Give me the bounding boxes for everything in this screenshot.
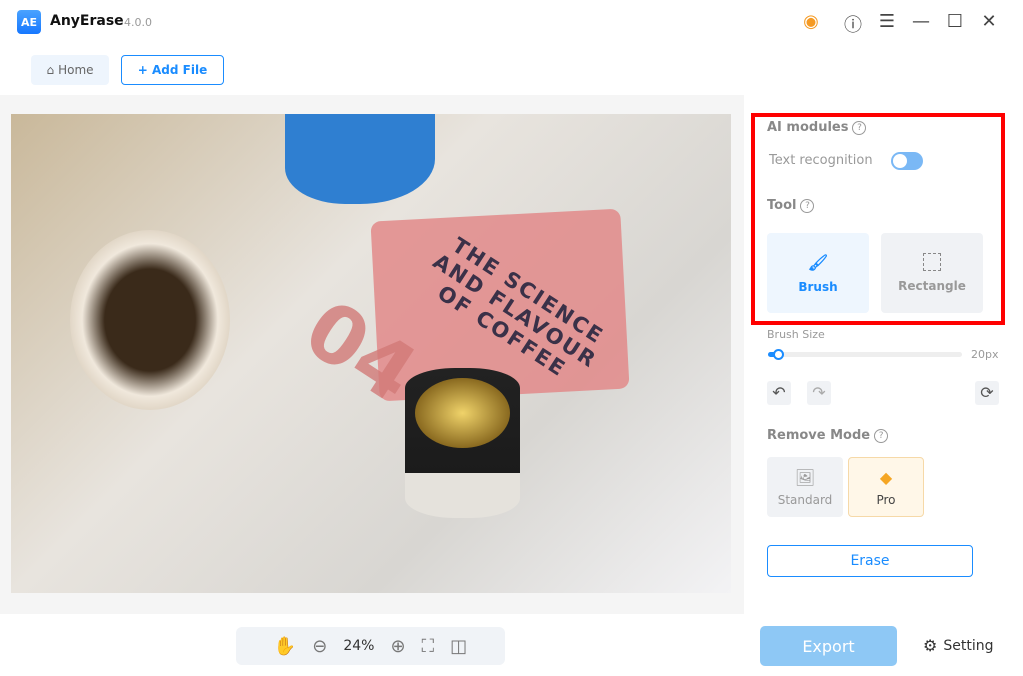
add-file-button[interactable]: + Add File xyxy=(121,55,224,85)
app-version: 4.0.0 xyxy=(124,16,152,29)
menu-icon[interactable]: ☰ xyxy=(875,11,899,32)
zoom-in-icon[interactable]: ⊕ xyxy=(390,636,405,657)
slider-handle[interactable] xyxy=(773,349,784,360)
photo-blue-cup xyxy=(285,114,435,204)
tool-heading: Tool? xyxy=(767,198,815,213)
photo-espresso xyxy=(415,378,510,448)
pro-mode-button[interactable]: ◆ Pro xyxy=(848,457,924,517)
reset-icon[interactable]: ⟳ xyxy=(975,381,999,405)
zoom-level: 24% xyxy=(343,638,375,654)
brush-size-slider[interactable] xyxy=(768,352,962,357)
hand-icon[interactable]: ✋ xyxy=(274,636,296,657)
undo-icon[interactable]: ↶ xyxy=(767,381,791,405)
image-canvas[interactable]: THE SCIENCE AND FLAVOUR OF COFFEE 04 xyxy=(11,114,731,593)
export-button[interactable]: Export xyxy=(760,626,897,666)
photo-coffee-cup xyxy=(70,230,230,410)
close-icon[interactable]: ✕ xyxy=(977,11,1001,32)
fit-screen-icon[interactable]: ⛶ xyxy=(422,636,435,657)
image-icon: 🖼 xyxy=(794,467,816,487)
help-icon[interactable]: ? xyxy=(852,120,867,135)
diamond-icon: ◆ xyxy=(879,467,893,487)
app-title: AnyErase xyxy=(50,13,124,29)
help-icon[interactable]: ? xyxy=(800,198,815,213)
rectangle-select-icon xyxy=(923,253,941,271)
ai-modules-heading: AI modules? xyxy=(767,120,867,135)
standard-mode-button[interactable]: 🖼 Standard xyxy=(767,457,843,517)
brush-icon: 🖌 xyxy=(807,252,829,272)
maximize-icon[interactable]: ☐ xyxy=(943,11,967,32)
home-button[interactable]: ⌂ Home xyxy=(31,55,109,85)
brush-tool-button[interactable]: 🖌 Brush xyxy=(767,233,869,313)
setting-label: Setting xyxy=(943,637,994,654)
help-icon[interactable]: ⓘ xyxy=(841,11,865,37)
rectangle-tool-button[interactable]: Rectangle xyxy=(881,233,983,313)
redo-icon[interactable]: ↷ xyxy=(807,381,831,405)
minimize-icon[interactable]: — xyxy=(909,11,933,32)
zoom-toolbar: ✋ ⊖ 24% ⊕ ⛶ ◫ xyxy=(236,627,505,665)
remove-mode-heading: Remove Mode? xyxy=(767,428,889,443)
home-icon: ⌂ xyxy=(46,63,55,77)
compare-icon[interactable]: ◫ xyxy=(450,636,467,657)
app-logo: AE xyxy=(17,10,41,34)
text-recognition-toggle[interactable] xyxy=(891,152,923,170)
gear-icon: ⚙ xyxy=(923,636,938,655)
text-recognition-label: Text recognition xyxy=(769,153,873,168)
setting-button[interactable]: ⚙ Setting xyxy=(923,636,993,655)
user-icon[interactable]: ◉ xyxy=(799,11,823,32)
home-label: Home xyxy=(58,63,94,77)
zoom-out-icon[interactable]: ⊖ xyxy=(312,636,327,657)
help-icon[interactable]: ? xyxy=(874,428,889,443)
brush-size-value: 20px xyxy=(971,348,999,361)
erase-button[interactable]: Erase xyxy=(767,545,973,577)
brush-size-label: Brush Size xyxy=(767,328,825,341)
